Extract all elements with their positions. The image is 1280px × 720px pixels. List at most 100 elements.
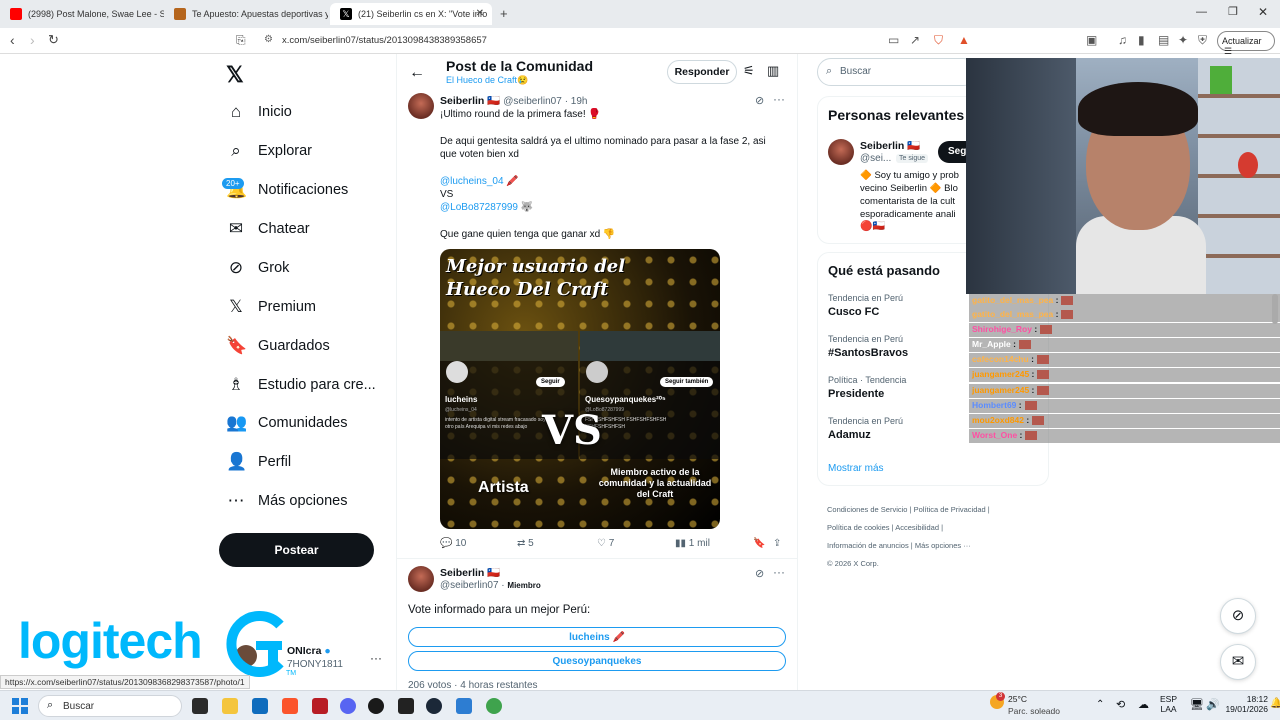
search-box[interactable]: ⌕ Buscar xyxy=(817,58,977,86)
trend-item[interactable]: Tendencia en Perú #SantosBravos xyxy=(828,334,908,359)
brave-icon[interactable] xyxy=(282,698,298,714)
footer-link[interactable]: Política de Privacidad xyxy=(914,505,986,514)
tab-youtube[interactable]: (2998) Post Malone, Swae Lee - Sunfl xyxy=(0,3,164,25)
share-icon[interactable]: ⇪ xyxy=(773,538,781,549)
footer-link[interactable]: Accesibilidad xyxy=(895,523,939,532)
poll-option-2[interactable]: Quesoypanquekes xyxy=(408,651,786,671)
trend-item[interactable]: Tendencia en Perú Adamuz xyxy=(828,416,903,441)
wallet-icon[interactable]: ▤ xyxy=(1158,33,1169,47)
reload-button[interactable]: ↻ xyxy=(48,32,59,48)
volume-icon[interactable]: 🔊 xyxy=(1206,698,1220,711)
panel-icon[interactable]: ▮ xyxy=(1138,33,1145,47)
author-handle[interactable]: @seiberlin07 xyxy=(503,96,562,107)
relevant-handle[interactable]: @sei... xyxy=(860,153,891,164)
minimize-button[interactable]: — xyxy=(1196,6,1207,18)
new-tab-button[interactable]: + xyxy=(500,6,508,21)
author-handle[interactable]: @seiberlin07 xyxy=(440,580,499,591)
app-icon[interactable] xyxy=(368,698,384,714)
update-button[interactable]: Actualizar ☰ xyxy=(1217,31,1275,56)
tray-app-icon[interactable]: ☁ xyxy=(1138,698,1149,711)
footer-link[interactable]: Condiciones de Servicio xyxy=(827,505,907,514)
sidebar-item-premium[interactable]: 𝕏 Premium xyxy=(226,292,316,322)
maximize-button[interactable]: ❐ xyxy=(1228,5,1238,18)
author-name[interactable]: Seiberlin 🇨🇱 xyxy=(440,566,500,579)
music-icon[interactable]: ♫ xyxy=(1118,33,1127,47)
windows-start-icon[interactable] xyxy=(12,698,28,714)
mention-link[interactable]: @LoBo87287999 🐺 xyxy=(440,201,780,214)
sidebar-item-chatear[interactable]: ✉ Chatear xyxy=(226,214,310,244)
task-view-icon[interactable] xyxy=(192,698,208,714)
trend-item[interactable]: Política · Tendencia Presidente xyxy=(828,375,906,400)
discord-icon[interactable] xyxy=(340,698,356,714)
reply-button[interactable]: Responder xyxy=(667,60,737,84)
grok-icon[interactable]: ⊘ xyxy=(755,94,764,107)
notepad-icon[interactable] xyxy=(456,698,472,714)
close-window-button[interactable]: ✕ xyxy=(1258,5,1268,19)
sidebar-item-inicio[interactable]: ⌂ Inicio xyxy=(226,97,292,127)
grok-fab-icon[interactable]: ⊘ xyxy=(1220,598,1256,634)
bookmark-icon[interactable]: 🔖 xyxy=(753,538,765,549)
reader-view-icon[interactable]: ▥ xyxy=(767,63,779,79)
account-more-icon[interactable]: ··· xyxy=(370,651,382,665)
sidebar-item-grok[interactable]: ⊘ Grok xyxy=(226,253,290,283)
messages-fab-icon[interactable]: ✉ xyxy=(1220,644,1256,680)
post-more-icon[interactable]: ··· xyxy=(773,565,785,579)
share-icon[interactable]: ↗ xyxy=(910,33,920,47)
trend-item[interactable]: Tendencia en Perú Cusco FC xyxy=(828,293,903,318)
sidebar-item-explorar[interactable]: ⌕ Explorar xyxy=(226,136,312,166)
repost-action[interactable]: ⇄ 5 xyxy=(517,538,534,549)
post-more-icon[interactable]: ··· xyxy=(773,92,785,106)
monitor-icon[interactable]: 🖥 xyxy=(1190,698,1204,711)
footer-link[interactable]: Información de anuncios xyxy=(827,541,909,550)
post-button[interactable]: Postear xyxy=(219,533,374,567)
avatar[interactable] xyxy=(408,93,434,119)
sidebar-item-guardados[interactable]: 🔖 Guardados xyxy=(226,331,330,361)
sidebar-item-más-opciones[interactable]: ⋯ Más opciones xyxy=(226,486,348,516)
grok-icon[interactable]: ⊘ xyxy=(755,567,764,580)
app-icon[interactable] xyxy=(486,698,502,714)
footer-link[interactable]: Más opciones ··· xyxy=(915,541,971,550)
sidebar-item-perfil[interactable]: 👤 Perfil xyxy=(226,447,291,477)
language-indicator[interactable]: ESP LAA xyxy=(1160,694,1177,714)
close-tab-icon[interactable]: ✕ xyxy=(476,8,484,19)
poll-option-1[interactable]: lucheins 🖍️ xyxy=(408,627,786,647)
app-icon[interactable] xyxy=(312,698,328,714)
brave-rewards-icon[interactable]: ▲ xyxy=(958,33,970,47)
screen-icon[interactable]: ▭ xyxy=(888,33,899,47)
sidebar-item-comunidades[interactable]: 👥 Comunidades xyxy=(226,408,347,438)
avatar[interactable] xyxy=(828,139,854,165)
back-button[interactable]: ‹ xyxy=(10,32,15,48)
reply-action[interactable]: 💬 10 xyxy=(440,538,466,549)
forward-button[interactable]: › xyxy=(30,32,35,48)
avatar[interactable] xyxy=(408,566,434,592)
app-icon[interactable] xyxy=(398,698,414,714)
show-more-link[interactable]: Mostrar más xyxy=(828,463,884,474)
sidebar-item-estudio-para-cre[interactable]: ♗ Estudio para cre... xyxy=(226,370,375,400)
steam-icon[interactable] xyxy=(426,698,442,714)
bookmark-page-icon[interactable]: ⎘ xyxy=(236,33,246,48)
footer-link[interactable]: Política de cookies xyxy=(827,523,890,532)
sidebar-icon[interactable]: ▣ xyxy=(1086,33,1097,47)
site-info-icon[interactable]: ⚙ xyxy=(264,34,273,45)
vpn-icon[interactable]: ⛨ xyxy=(1198,33,1207,48)
clock[interactable]: 18:12 19/01/2026 xyxy=(1224,694,1268,714)
views-action[interactable]: ▮▮ 1 mil xyxy=(675,538,710,549)
leo-ai-icon[interactable]: ✦ xyxy=(1178,33,1188,47)
sliders-icon[interactable]: ⚟ xyxy=(743,63,755,79)
tray-chevron-icon[interactable]: ⌃ xyxy=(1096,699,1104,710)
post-image[interactable]: Mejor usuario del Hueco Del Craft Seguir… xyxy=(440,249,720,529)
taskbar-search[interactable]: ⌕ Buscar xyxy=(38,695,182,717)
file-explorer-icon[interactable] xyxy=(222,698,238,714)
store-icon[interactable] xyxy=(252,698,268,714)
mention-link[interactable]: @lucheins_04 🖍️ xyxy=(440,175,780,188)
author-name[interactable]: Seiberlin 🇨🇱 xyxy=(440,95,500,107)
brave-shield-icon[interactable]: ⛉ xyxy=(934,33,943,48)
back-arrow-icon[interactable]: ← xyxy=(409,64,425,82)
tab-teapuesto[interactable]: Te Apuesto: Apuestas deportivas y C xyxy=(164,3,328,25)
sidebar-item-notificaciones[interactable]: 🔔 Notificaciones xyxy=(226,175,348,205)
x-home-logo-icon[interactable]: 𝕏 xyxy=(226,62,244,88)
like-action[interactable]: ♡ 7 xyxy=(597,538,614,549)
relevant-name[interactable]: Seiberlin 🇨🇱 xyxy=(860,139,920,152)
tray-app-icon[interactable]: ⟲ xyxy=(1116,698,1125,711)
url-field[interactable]: ⚙ x.com/seiberlin07/status/2013098438389… xyxy=(256,31,876,51)
